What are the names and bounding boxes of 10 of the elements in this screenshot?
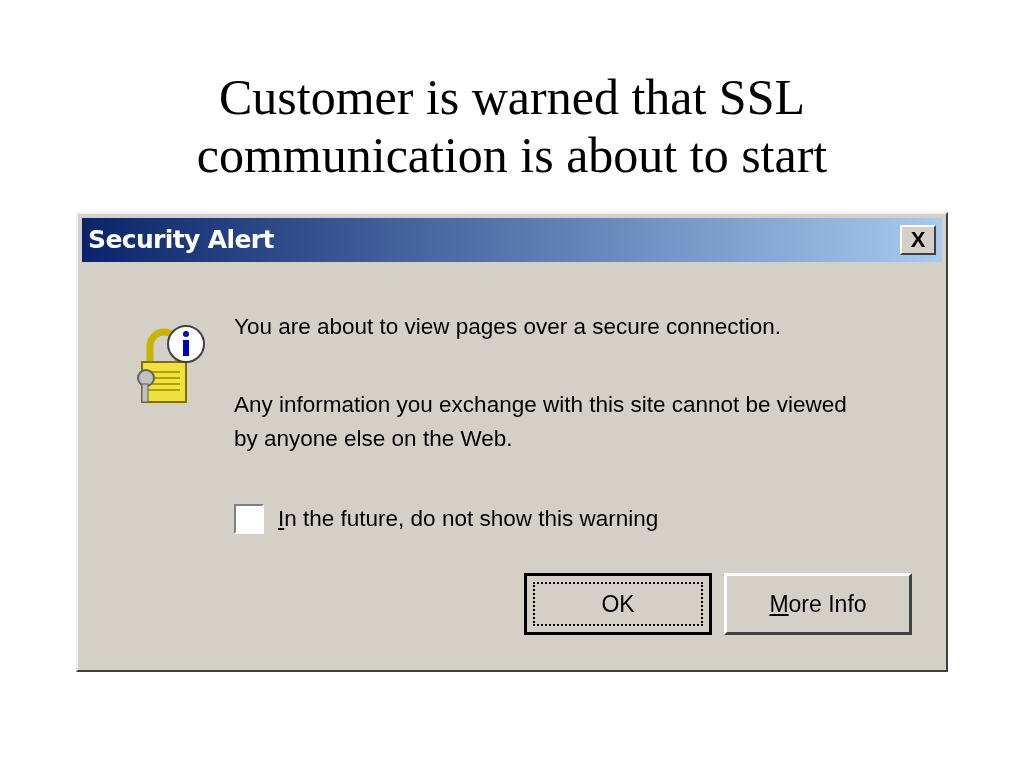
slide-title: Customer is warned that SSL communication is about to start (195, 68, 829, 184)
lock-info-icon (136, 324, 206, 406)
dialog-button[interactable]: OK (524, 572, 712, 635)
window-title: Security Alert (88, 224, 274, 257)
message-text: Any information you exchange with this site cannot be viewed by anyone else on the Web. (234, 391, 848, 453)
checkbox-label[interactable]: In the future, do not show this warning (278, 502, 659, 536)
checkbox[interactable] (234, 503, 264, 534)
message-text: You are about to view pages over a secure connection. (234, 313, 783, 341)
close-button[interactable]: X (900, 225, 936, 255)
dialog-button[interactable]: More Info (724, 572, 912, 635)
